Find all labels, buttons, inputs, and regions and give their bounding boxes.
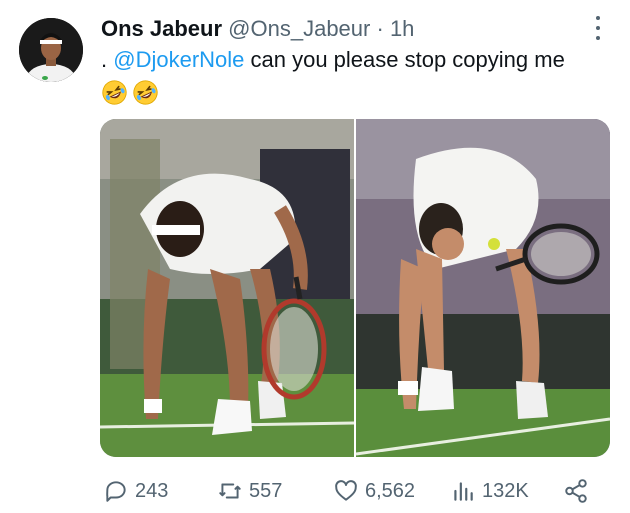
repost-icon [219, 483, 241, 499]
text-prefix: . [101, 47, 114, 72]
tweet-text: . @DjokerNole can you please stop copyin… [101, 47, 565, 73]
timestamp[interactable]: 1h [390, 16, 414, 41]
separator-dot: · [376, 16, 384, 41]
repost-button[interactable]: 557 [217, 478, 282, 504]
photo-right[interactable] [356, 119, 610, 457]
text-suffix: can you please stop copying me [244, 47, 565, 72]
avatar-image [19, 18, 83, 82]
views-count: 132K [482, 479, 529, 502]
share-icon [565, 479, 587, 503]
more-options-icon[interactable] [590, 16, 606, 40]
repost-count: 557 [249, 479, 283, 502]
reply-button[interactable]: 243 [103, 478, 168, 504]
like-count: 6,562 [365, 479, 416, 502]
display-name[interactable]: Ons Jabeur [101, 16, 222, 41]
laughing-emoji-icon [102, 80, 127, 105]
laughing-emoji-icon [133, 80, 158, 105]
reply-count: 243 [135, 479, 169, 502]
tweet-media[interactable] [100, 119, 610, 457]
photo-left[interactable] [100, 119, 354, 457]
views-button[interactable]: 132K [450, 478, 529, 504]
views-icon [454, 482, 473, 501]
like-button[interactable]: 6,562 [333, 478, 415, 504]
tweet-header: Ons Jabeur @Ons_Jabeur · 1h [101, 16, 414, 42]
like-icon [335, 480, 357, 501]
share-button[interactable] [563, 478, 589, 504]
mention-link[interactable]: @DjokerNole [113, 47, 244, 72]
user-handle[interactable]: @Ons_Jabeur [228, 16, 370, 41]
avatar[interactable] [19, 18, 83, 82]
emoji-row [101, 79, 159, 107]
reply-icon [106, 481, 126, 502]
action-bar: 243 557 6,562 132K [0, 470, 630, 510]
